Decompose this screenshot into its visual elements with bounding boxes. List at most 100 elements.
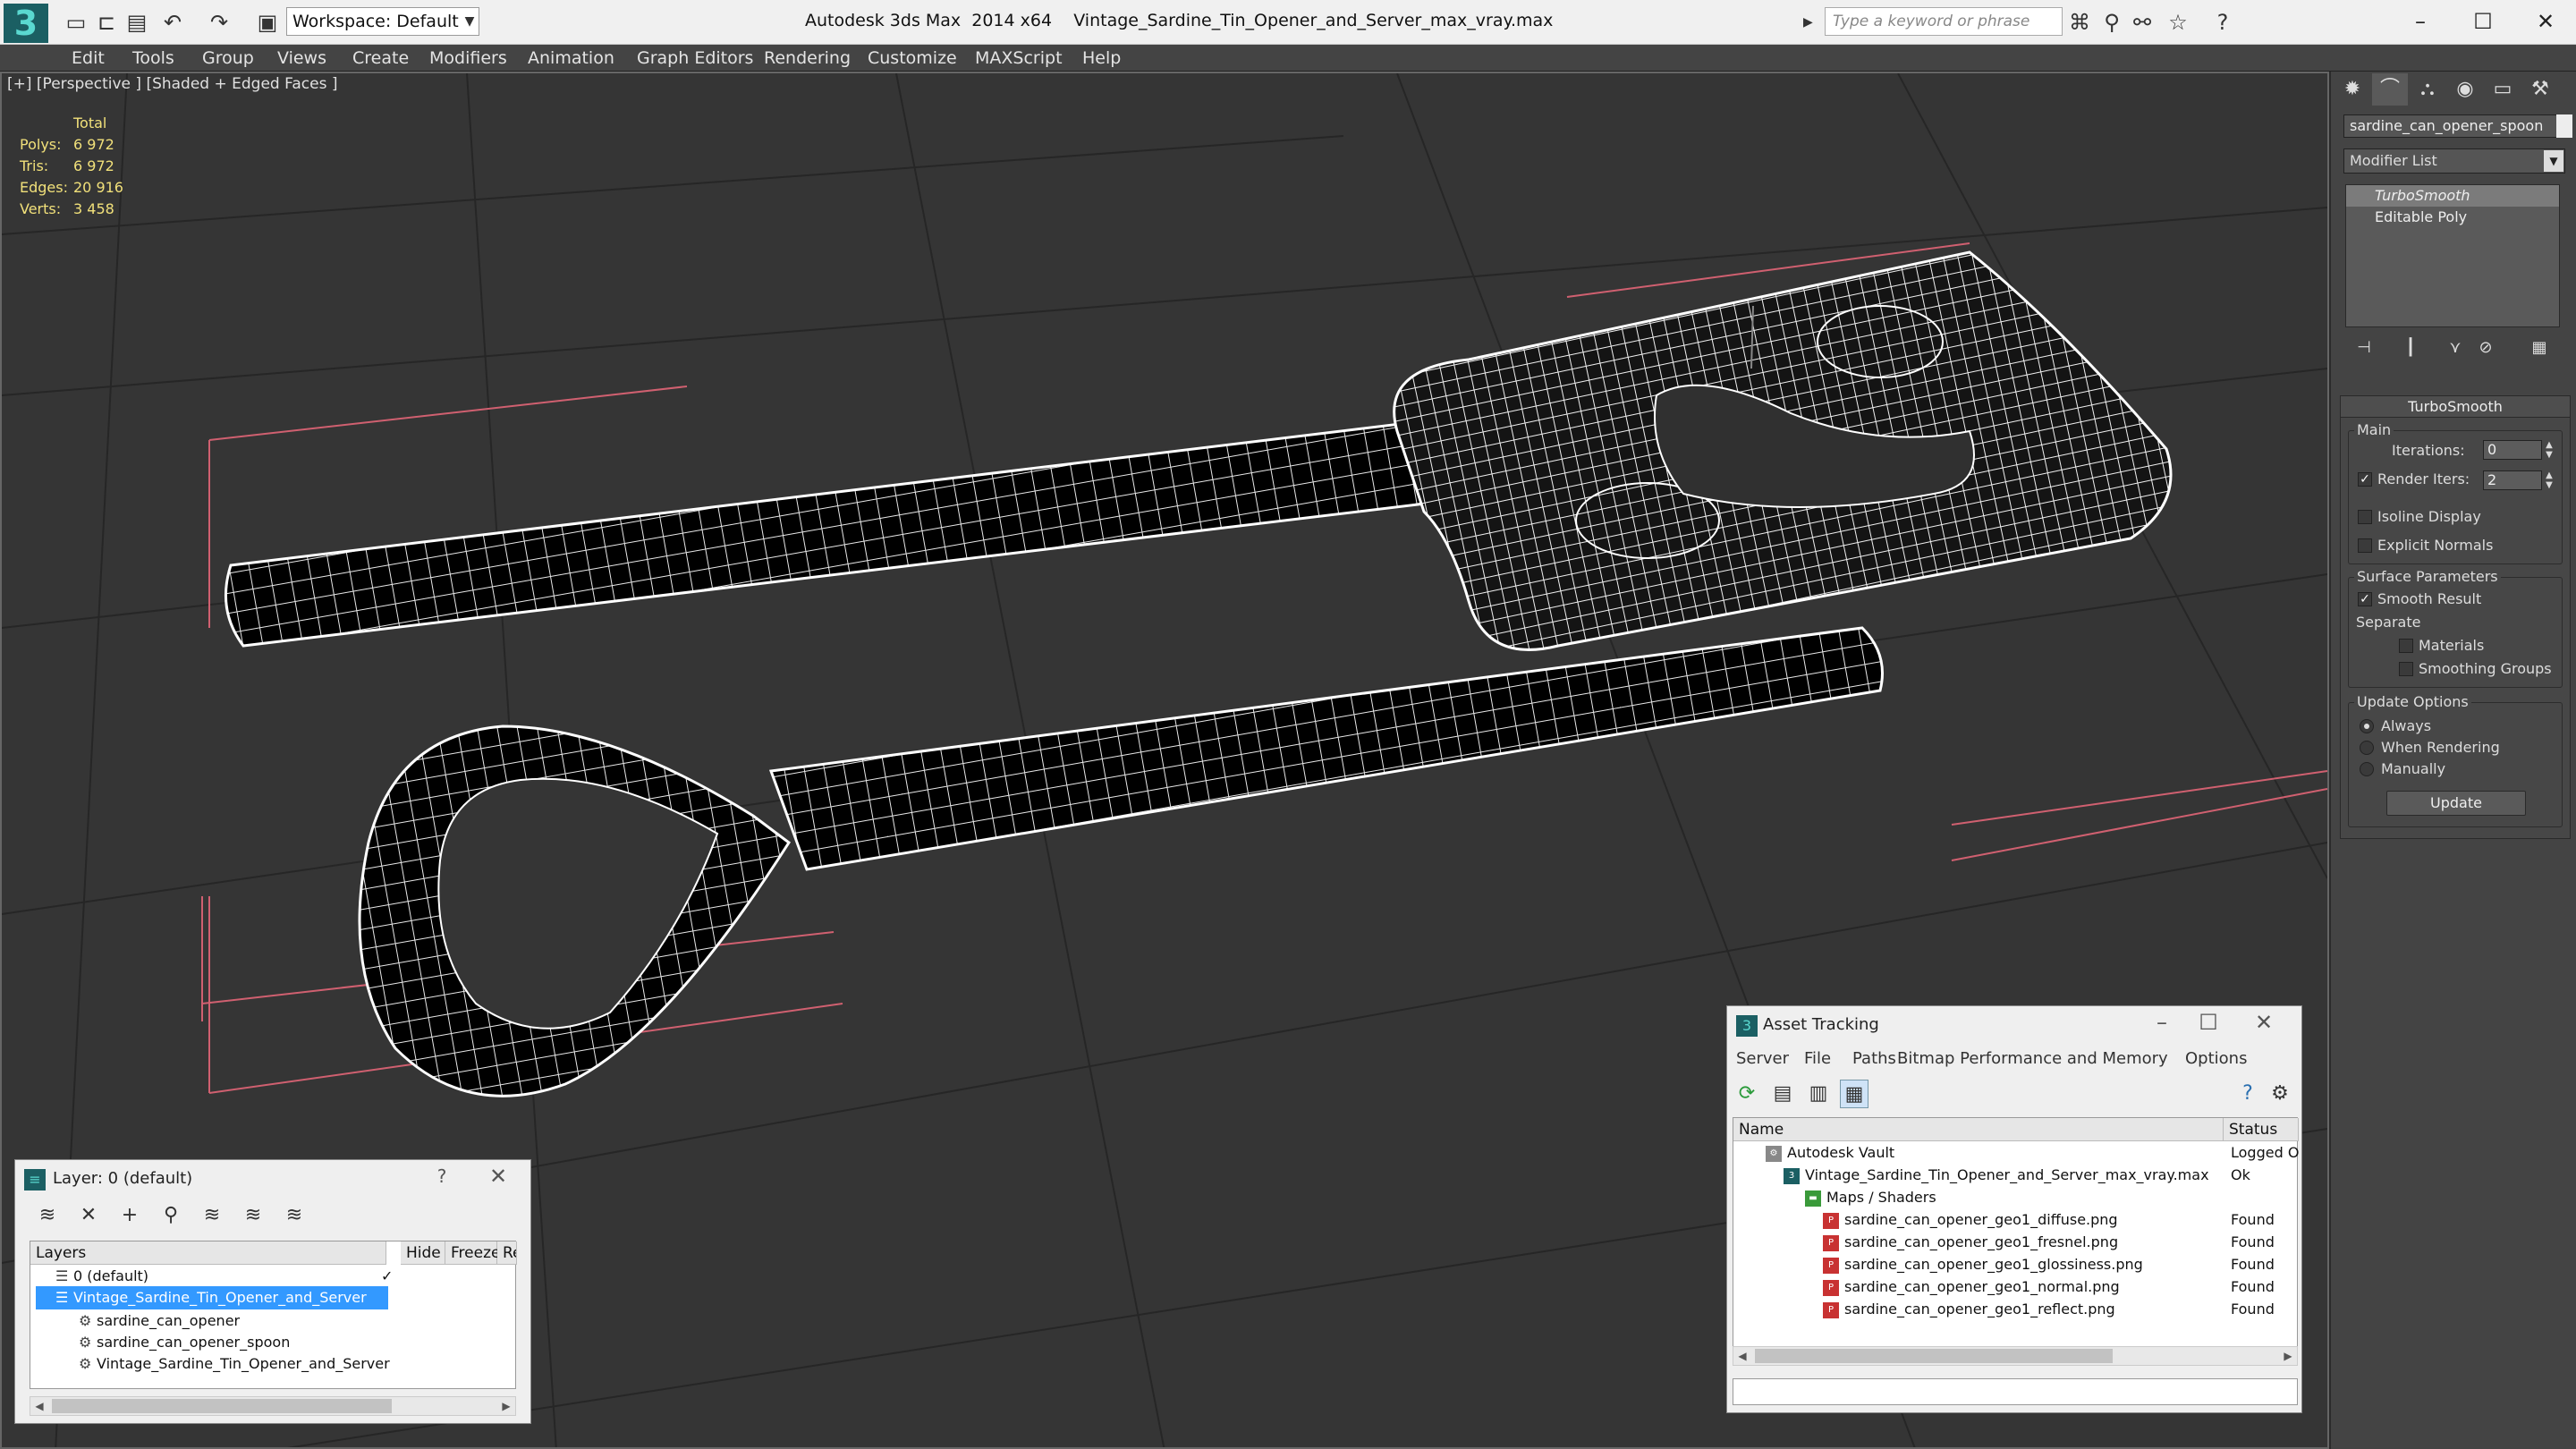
menu-views[interactable]: Views: [277, 45, 326, 72]
close-icon[interactable]: ✕: [2519, 4, 2572, 39]
create-tab-icon[interactable]: ✹: [2334, 73, 2370, 106]
menu-maxscript[interactable]: MAXScript: [975, 45, 1063, 72]
column-header[interactable]: Name: [1733, 1118, 2224, 1141]
configure-sets-icon[interactable]: ▦: [2526, 336, 2553, 360]
minimize-icon[interactable]: –: [2144, 1010, 2180, 1035]
hide-all-icon[interactable]: ≋: [239, 1201, 267, 1230]
show-end-result-icon[interactable]: ┃: [2397, 336, 2424, 360]
rollout-title[interactable]: TurboSmooth: [2341, 396, 2570, 418]
menu-options[interactable]: Options: [2185, 1049, 2247, 1068]
favorites-star-icon[interactable]: ☆: [2165, 9, 2191, 36]
explicit-normals-checkbox[interactable]: [2358, 538, 2372, 553]
menu-edit[interactable]: Edit: [72, 45, 105, 72]
maximize-icon[interactable]: ☐: [2456, 4, 2510, 39]
smoothing-groups-checkbox[interactable]: [2399, 662, 2413, 676]
table-row[interactable]: ☰ 0 (default) ✓: [30, 1265, 517, 1288]
table-row[interactable]: Psardine_can_opener_geo1_normal.png Found: [1733, 1275, 2299, 1299]
chevron-down-icon[interactable]: ▼: [2544, 150, 2563, 172]
menu-group[interactable]: Group: [202, 45, 254, 72]
minimize-icon[interactable]: –: [2394, 4, 2447, 39]
scrollbar-thumb[interactable]: [52, 1399, 392, 1413]
object-color-swatch[interactable]: [2556, 114, 2572, 138]
menu-rendering[interactable]: Rendering: [764, 45, 851, 72]
make-unique-icon[interactable]: ⋎: [2442, 336, 2469, 360]
scroll-right-icon[interactable]: ▶: [497, 1397, 515, 1415]
isoline-checkbox[interactable]: [2358, 510, 2372, 524]
redo-icon[interactable]: ↷: [206, 9, 233, 36]
table-row[interactable]: 3 Vintage_Sardine_Tin_Opener_and_Server_m…: [1733, 1164, 2299, 1187]
render-iters-spinner[interactable]: 2: [2483, 470, 2542, 490]
iterations-spinner[interactable]: 0: [2483, 440, 2542, 460]
table-view-icon[interactable]: ▥: [1804, 1080, 1833, 1108]
select-objects-icon[interactable]: ⚲: [157, 1201, 185, 1230]
table-row[interactable]: ⚙ Vintage_Sardine_Tin_Opener_and_Server: [30, 1352, 517, 1376]
table-row[interactable]: Psardine_can_opener_geo1_reflect.png Foun…: [1733, 1298, 2299, 1321]
menu-create[interactable]: Create: [352, 45, 409, 72]
menu-paths[interactable]: Paths: [1852, 1049, 1896, 1068]
menu-file[interactable]: File: [1804, 1049, 1831, 1068]
object-name-field[interactable]: sardine_can_opener_spoon: [2343, 114, 2558, 138]
menu-server[interactable]: Server: [1736, 1049, 1789, 1068]
table-row[interactable]: ☰ Vintage_Sardine_Tin_Opener_and_Server: [36, 1286, 388, 1309]
scroll-left-icon[interactable]: ◀: [1733, 1347, 1751, 1365]
table-row[interactable]: Psardine_can_opener_geo1_diffuse.png Foun…: [1733, 1208, 2299, 1232]
workspace-dropdown[interactable]: Workspace: Default: [286, 7, 479, 36]
highlight-layer-icon[interactable]: ≋: [198, 1201, 226, 1230]
stack-item-editable-poly[interactable]: Editable Poly: [2346, 207, 2559, 228]
when-rendering-radio[interactable]: [2360, 741, 2374, 755]
materials-checkbox[interactable]: [2399, 639, 2413, 653]
modifier-stack[interactable]: TurboSmooth Editable Poly: [2345, 184, 2560, 327]
scroll-left-icon[interactable]: ◀: [30, 1397, 48, 1415]
grid-view-icon[interactable]: ▦: [1840, 1080, 1868, 1108]
display-tab-icon[interactable]: ▭: [2485, 73, 2521, 106]
modify-tab-icon[interactable]: ⌒: [2372, 73, 2408, 106]
delete-layer-icon[interactable]: ✕: [74, 1201, 103, 1230]
menu-tools[interactable]: Tools: [132, 45, 174, 72]
table-row[interactable]: ⚙ sardine_can_opener_spoon: [30, 1331, 517, 1354]
menu-graph-editors[interactable]: Graph Editors: [637, 45, 753, 72]
menu-customize[interactable]: Customize: [868, 45, 957, 72]
render-iters-checkbox[interactable]: ✓: [2358, 472, 2372, 487]
spinner-arrows-icon[interactable]: ▲ ▼: [2542, 440, 2556, 460]
close-icon[interactable]: ✕: [2246, 1010, 2282, 1035]
table-row[interactable]: Psardine_can_opener_geo1_glossiness.png F…: [1733, 1253, 2299, 1276]
column-header[interactable]: Freeze: [445, 1241, 500, 1265]
subscription-icon[interactable]: ⚲: [2098, 9, 2125, 36]
update-button[interactable]: Update: [2386, 791, 2526, 816]
column-header[interactable]: Layers: [30, 1241, 386, 1265]
menu-help[interactable]: Help: [1082, 45, 1121, 72]
open-file-icon[interactable]: ⊏: [93, 9, 120, 36]
undo-icon[interactable]: ↶: [159, 9, 186, 36]
path-field[interactable]: [1733, 1378, 2298, 1405]
menu-animation[interactable]: Animation: [528, 45, 614, 72]
horizontal-scrollbar[interactable]: ◀ ▶: [1733, 1346, 2298, 1366]
scroll-right-icon[interactable]: ▶: [2279, 1347, 2297, 1365]
menu-bitmap-performance[interactable]: Bitmap Performance and Memory: [1897, 1049, 2168, 1068]
table-row[interactable]: ⚙ sardine_can_opener: [30, 1309, 517, 1333]
scrollbar-thumb[interactable]: [1755, 1349, 2113, 1363]
always-radio[interactable]: [2360, 719, 2374, 733]
binoculars-icon[interactable]: ⌘: [2066, 9, 2093, 36]
smooth-result-checkbox[interactable]: ✓: [2358, 592, 2372, 606]
project-folder-icon[interactable]: ▣: [254, 9, 281, 36]
column-header[interactable]: Status: [2224, 1118, 2299, 1141]
pin-stack-icon[interactable]: ⊣: [2351, 336, 2377, 360]
app-logo-icon[interactable]: 3: [4, 4, 48, 43]
viewport-label[interactable]: [+] [Perspective ] [Shaded + Edged Faces…: [7, 75, 337, 93]
horizontal-scrollbar[interactable]: ◀ ▶: [30, 1396, 516, 1416]
communication-icon[interactable]: ⚯: [2129, 9, 2156, 36]
help-icon[interactable]: ?: [2209, 9, 2236, 36]
remove-modifier-icon[interactable]: ⊘: [2472, 336, 2499, 360]
column-header[interactable]: Ren: [497, 1241, 517, 1265]
refresh-icon[interactable]: ⟳: [1733, 1080, 1761, 1108]
help-icon[interactable]: ?: [2233, 1080, 2262, 1108]
search-input[interactable]: Type a keyword or phrase: [1825, 7, 2063, 36]
freeze-all-icon[interactable]: ≋: [280, 1201, 309, 1230]
settings-icon[interactable]: ⚙: [2266, 1080, 2294, 1108]
column-header[interactable]: Hide: [401, 1241, 445, 1265]
menu-modifiers[interactable]: Modifiers: [429, 45, 507, 72]
add-to-layer-icon[interactable]: +: [115, 1201, 144, 1230]
chevron-down-icon[interactable]: ▼: [460, 7, 479, 36]
manually-radio[interactable]: [2360, 762, 2374, 776]
maximize-icon[interactable]: ☐: [2190, 1010, 2226, 1035]
